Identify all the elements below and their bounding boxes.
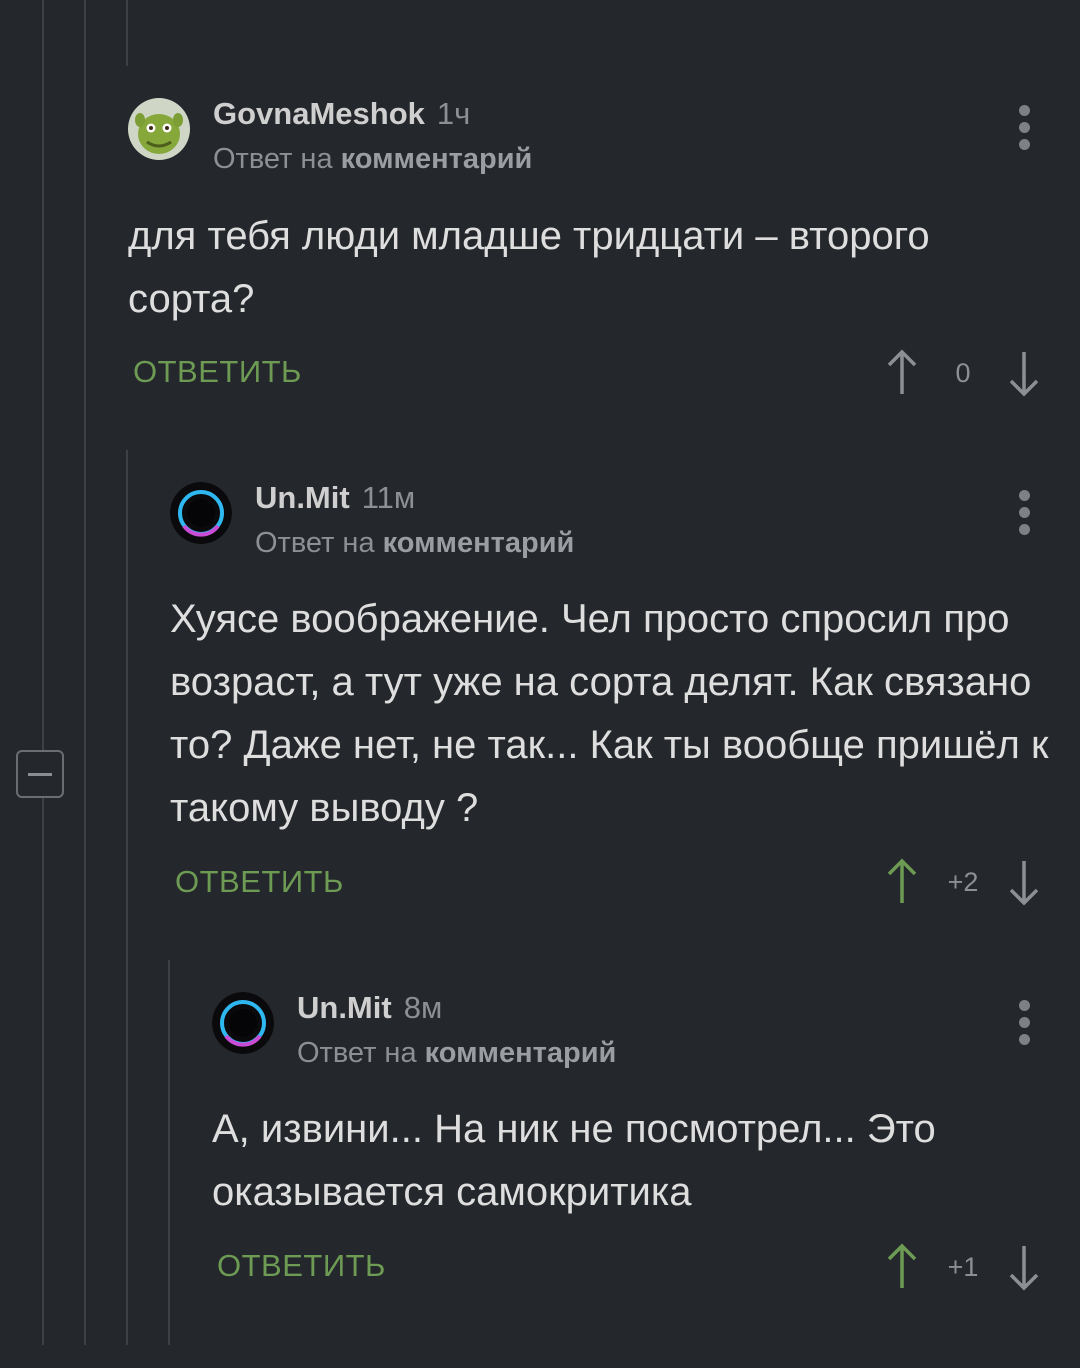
vote-widget: 0	[885, 348, 1045, 398]
comment-text: А, извини... На ник не посмотрел... Это …	[212, 1107, 936, 1214]
reply-prefix: Ответ на	[213, 143, 333, 175]
thread-line	[84, 0, 86, 1345]
vote-widget: +1	[885, 1242, 1045, 1292]
upvote-arrow-icon[interactable]	[885, 348, 919, 398]
upvote-arrow-icon[interactable]	[885, 857, 919, 907]
username-text: GovnaMeshok	[213, 96, 425, 131]
reply-button[interactable]: ОТВЕТИТЬ	[133, 354, 302, 390]
comment-text: Хуясе воображение. Чел просто спросил пр…	[170, 597, 1049, 830]
avatar[interactable]	[170, 482, 232, 544]
thread-line	[168, 960, 170, 1345]
comment: Un.Mit 11м Ответ на комментарий Хуясе воо…	[170, 472, 1080, 912]
more-options-icon[interactable]	[1017, 1000, 1031, 1046]
reply-info: Ответ на комментарий	[213, 143, 532, 176]
upvote-arrow-icon[interactable]	[885, 1242, 919, 1292]
parent-comment-link[interactable]: комментарий	[383, 527, 575, 559]
vote-score: +2	[947, 867, 979, 897]
vote-widget: +2	[885, 857, 1045, 907]
comment-time: 8м	[403, 990, 443, 1025]
avatar-image	[170, 482, 232, 544]
reply-info: Ответ на комментарий	[297, 1037, 616, 1070]
avatar[interactable]	[128, 98, 190, 160]
reply-prefix: Ответ на	[297, 1037, 417, 1069]
reply-button[interactable]: ОТВЕТИТЬ	[217, 1248, 386, 1284]
parent-comment-link[interactable]: комментарий	[425, 1037, 617, 1069]
more-options-icon[interactable]	[1017, 490, 1031, 536]
vote-score: 0	[955, 358, 971, 388]
username-text: Un.Mit	[297, 990, 392, 1025]
collapse-thread-button[interactable]	[16, 750, 64, 798]
reply-button[interactable]: ОТВЕТИТЬ	[175, 864, 344, 900]
more-options-icon[interactable]	[1017, 105, 1031, 151]
thread-line	[126, 450, 128, 1345]
thread-line	[42, 0, 44, 1345]
comment-time: 1ч	[436, 96, 471, 131]
comment-text: для тебя люди младше тридцати – второго …	[128, 214, 930, 321]
minus-icon	[28, 773, 52, 776]
comment-time: 11м	[361, 480, 416, 515]
comment: GovnaMeshok 1ч Ответ на комментарий для т…	[128, 90, 1080, 410]
downvote-arrow-icon[interactable]	[1007, 348, 1041, 398]
username[interactable]: Un.Mit 11м	[255, 480, 415, 516]
downvote-arrow-icon[interactable]	[1007, 857, 1041, 907]
avatar-image	[128, 98, 190, 160]
reply-prefix: Ответ на	[255, 527, 375, 559]
parent-comment-link[interactable]: комментарий	[341, 143, 533, 175]
username[interactable]: GovnaMeshok 1ч	[213, 96, 470, 132]
username[interactable]: Un.Mit 8м	[297, 990, 442, 1026]
downvote-arrow-icon[interactable]	[1007, 1242, 1041, 1292]
vote-score: +1	[947, 1252, 979, 1282]
avatar[interactable]	[212, 992, 274, 1054]
reply-info: Ответ на комментарий	[255, 527, 574, 560]
username-text: Un.Mit	[255, 480, 350, 515]
thread-line	[126, 0, 128, 66]
comment: Un.Mit 8м Ответ на комментарий А, извини.…	[212, 982, 1080, 1302]
avatar-image	[212, 992, 274, 1054]
